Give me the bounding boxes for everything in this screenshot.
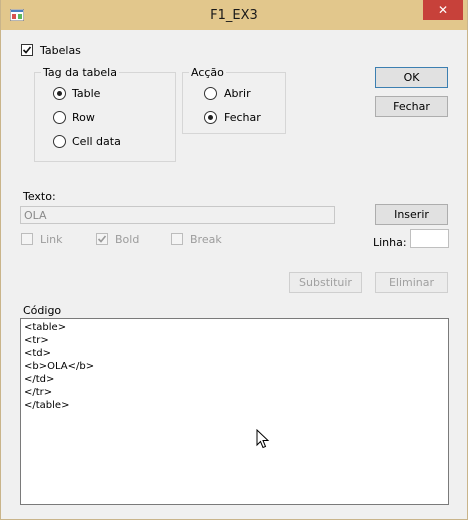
code-line: <tr>: [24, 335, 49, 346]
texto-input[interactable]: OLA: [20, 206, 335, 224]
texto-value: OLA: [24, 209, 47, 222]
code-line: <b>OLA</b>: [24, 361, 95, 372]
code-line: <td>: [24, 348, 52, 359]
dialog-window: F1_EX3 ✕ Tabelas Tag da tabela Table Row…: [0, 0, 468, 520]
code-line: </tr>: [24, 387, 53, 398]
radio-cell-data-label: Cell data: [72, 135, 121, 148]
linha-label: Linha:: [373, 236, 407, 249]
radio-abrir[interactable]: [204, 87, 217, 100]
radio-fechar[interactable]: [204, 111, 217, 124]
ok-button[interactable]: OK: [375, 67, 448, 88]
break-checkbox[interactable]: [171, 233, 183, 245]
fechar-button[interactable]: Fechar: [375, 96, 448, 117]
accao-label: Acção: [189, 66, 226, 79]
inserir-button[interactable]: Inserir: [375, 204, 448, 225]
code-line: </td>: [24, 374, 55, 385]
radio-table-label: Table: [72, 87, 101, 100]
tag-da-tabela-label: Tag da tabela: [41, 66, 119, 79]
radio-cell-data[interactable]: [53, 135, 66, 148]
window-title: F1_EX3: [210, 8, 258, 23]
close-icon: ✕: [437, 3, 449, 17]
substituir-button[interactable]: Substituir: [289, 272, 362, 293]
radio-selected-dot: [208, 115, 213, 120]
codigo-textarea[interactable]: <table> <tr> <td> <b>OLA</b> </td> </tr>…: [20, 318, 449, 505]
tabelas-label: Tabelas: [40, 44, 81, 57]
radio-table[interactable]: [53, 87, 66, 100]
close-button[interactable]: ✕: [423, 0, 463, 20]
radio-row[interactable]: [53, 111, 66, 124]
texto-label: Texto:: [23, 190, 56, 203]
tabelas-checkbox[interactable]: [21, 44, 33, 56]
checkmark-icon: [97, 235, 107, 243]
checkmark-icon: [22, 46, 32, 54]
link-label: Link: [40, 233, 63, 246]
link-checkbox[interactable]: [21, 233, 33, 245]
radio-selected-dot: [57, 91, 62, 96]
eliminar-button[interactable]: Eliminar: [375, 272, 448, 293]
title-bar[interactable]: F1_EX3 ✕: [1, 0, 467, 30]
code-line: </table>: [24, 400, 70, 411]
code-line: <table>: [24, 322, 67, 333]
bold-checkbox[interactable]: [96, 233, 108, 245]
radio-row-label: Row: [72, 111, 95, 124]
accao-group: [182, 72, 286, 134]
mouse-cursor-icon: [256, 429, 270, 449]
break-label: Break: [190, 233, 222, 246]
linha-input[interactable]: [410, 229, 449, 248]
bold-label: Bold: [115, 233, 140, 246]
codigo-label: Código: [23, 304, 62, 317]
radio-fechar-label: Fechar: [224, 111, 261, 124]
radio-abrir-label: Abrir: [224, 87, 251, 100]
